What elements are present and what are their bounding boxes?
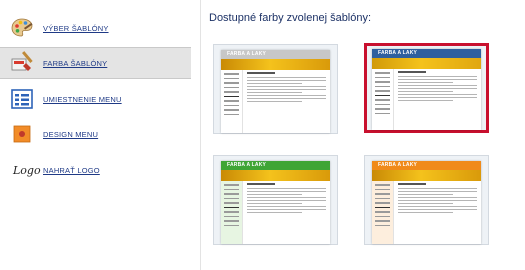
template-color-blue[interactable]: FARBA A LAKY (364, 43, 489, 133)
palette-icon (11, 18, 33, 37)
template-content (398, 71, 477, 130)
paint-brush-icon (11, 51, 33, 71)
sidebar-item-template-color[interactable]: FARBA ŠABLÓNY (0, 47, 191, 79)
design-menu-icon (13, 125, 31, 143)
menu-layout-icon (11, 89, 33, 109)
sidebar: VÝBER ŠABLÓNY FARBA ŠABLÓNY UMIESTNENIE … (0, 0, 191, 270)
template-menu (372, 181, 394, 244)
logo-icon: Logo (13, 163, 41, 177)
template-brand: FARBA A LAKY (378, 162, 418, 168)
sidebar-item-label: NAHRAŤ LOGO (43, 165, 100, 175)
template-banner (221, 59, 330, 70)
template-banner (221, 170, 330, 181)
sidebar-item-template-choice[interactable]: VÝBER ŠABLÓNY (0, 12, 191, 44)
template-brand: FARBA A LAKY (227, 162, 267, 168)
template-content (247, 183, 326, 244)
sidebar-item-label: UMIESTNENIE MENU (43, 94, 122, 104)
template-brand: FARBA A LAKY (227, 51, 267, 57)
template-preview: FARBA A LAKY (372, 161, 481, 244)
template-color-orange[interactable]: FARBA A LAKY (364, 155, 489, 245)
template-color-green[interactable]: FARBA A LAKY (213, 155, 338, 245)
template-banner (372, 58, 481, 69)
sidebar-item-menu-placement[interactable]: UMIESTNENIE MENU (0, 83, 191, 115)
template-menu (221, 181, 243, 244)
template-preview: FARBA A LAKY (372, 49, 481, 130)
sidebar-item-upload-logo[interactable]: Logo NAHRAŤ LOGO (0, 154, 191, 186)
sidebar-item-menu-design[interactable]: DESIGN MENU (0, 118, 191, 150)
template-banner (372, 170, 481, 181)
template-menu (221, 70, 243, 133)
template-brand: FARBA A LAKY (378, 50, 418, 56)
main-panel: Dostupné farby zvolenej šablóny: FARBA A… (201, 0, 525, 270)
template-preview: FARBA A LAKY (221, 161, 330, 244)
template-color-gray[interactable]: FARBA A LAKY (213, 44, 338, 134)
page-title: Dostupné farby zvolenej šablóny: (209, 12, 372, 24)
sidebar-item-label: VÝBER ŠABLÓNY (43, 23, 109, 33)
template-content (398, 183, 477, 244)
template-content (247, 72, 326, 133)
template-menu (372, 69, 394, 130)
template-preview: FARBA A LAKY (221, 50, 330, 133)
sidebar-item-label: FARBA ŠABLÓNY (43, 58, 108, 68)
sidebar-item-label: DESIGN MENU (43, 129, 99, 139)
